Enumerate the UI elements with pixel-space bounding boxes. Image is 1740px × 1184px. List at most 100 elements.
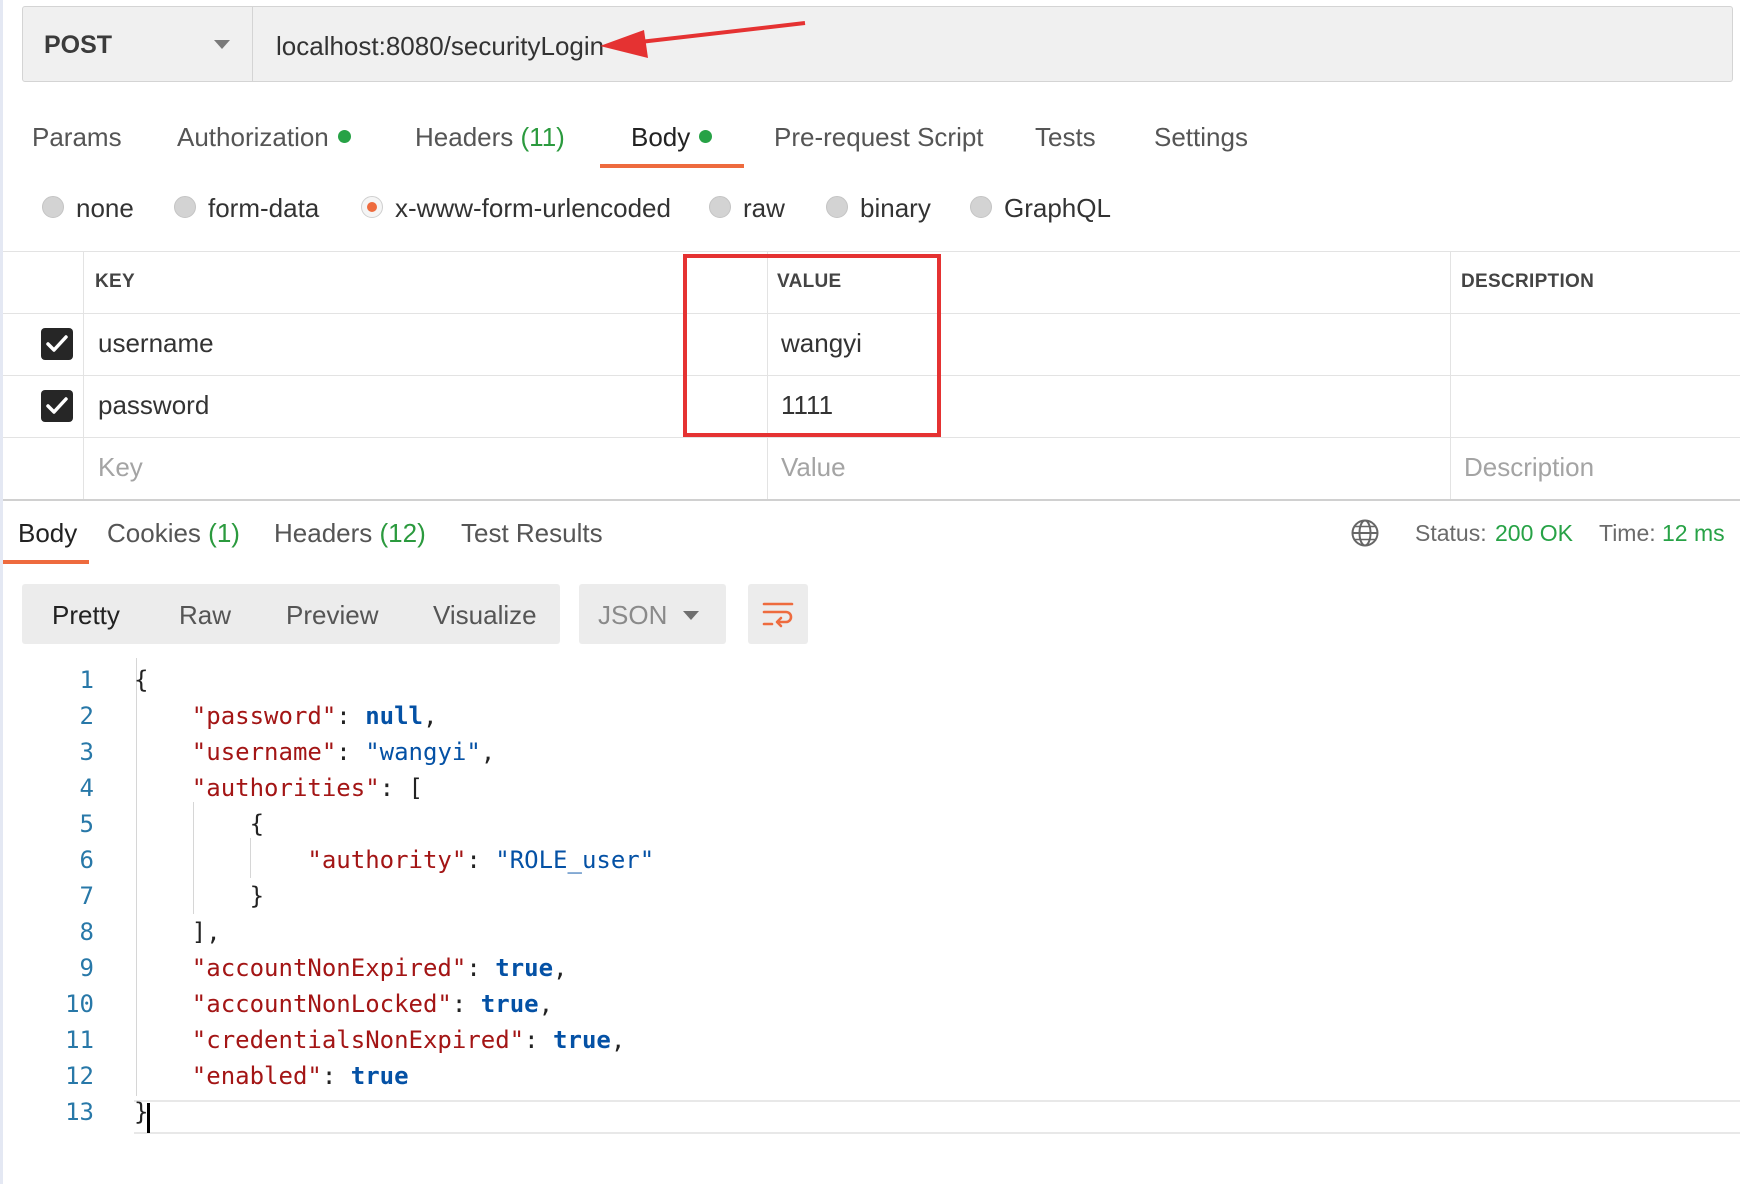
new-value-input[interactable]: Value — [781, 452, 846, 483]
table-divider — [3, 437, 1740, 438]
format-select-label: JSON — [598, 600, 668, 630]
json-value: "ROLE_user" — [495, 846, 655, 874]
tab-tests[interactable]: Tests — [1035, 122, 1096, 153]
line-number: 3 — [79, 738, 94, 766]
radio-raw-label: raw — [743, 193, 785, 223]
response-tab-headers-count: (12) — [379, 518, 426, 548]
radio-icon — [709, 196, 731, 218]
json-punct: { — [249, 810, 265, 838]
response-tab-body[interactable]: Body — [18, 518, 77, 549]
code-line: "accountNonExpired": true, — [191, 954, 568, 982]
code-line: ], — [134, 918, 221, 946]
globe-icon[interactable] — [1350, 518, 1380, 548]
json-punct: { — [134, 666, 149, 694]
checkbox-checked-icon — [46, 335, 68, 352]
tab-tests-label: Tests — [1035, 122, 1096, 152]
caret-down-icon — [214, 40, 230, 49]
json-value: true — [495, 954, 554, 982]
json-key: "password" — [191, 702, 337, 730]
json-punct: } — [249, 882, 265, 910]
url-input[interactable]: localhost:8080/securityLogin — [276, 31, 604, 62]
wrap-lines-button[interactable] — [748, 584, 808, 644]
tab-headers-count: (11) — [520, 122, 565, 152]
radio-icon — [970, 196, 992, 218]
view-preview[interactable]: Preview — [286, 600, 378, 631]
line-number: 1 — [79, 666, 94, 694]
response-tab-headers[interactable]: Headers (12) — [274, 518, 426, 549]
json-punct: ], — [191, 918, 221, 946]
response-tab-cookies[interactable]: Cookies (1) — [107, 518, 240, 549]
response-tab-cookies-label: Cookies — [107, 518, 201, 548]
code-line: "password": null, — [191, 702, 438, 730]
wrap-lines-icon — [762, 602, 794, 628]
table-divider — [3, 499, 1740, 501]
json-key: "credentialsNonExpired" — [191, 1026, 525, 1054]
request-url-bar: POST localhost:8080/securityLogin — [22, 6, 1733, 82]
tab-body-label: Body — [631, 122, 691, 152]
status-label: Status: — [1415, 520, 1487, 546]
code-line: "authority": "ROLE_user" — [307, 846, 655, 874]
code-line: "username": "wangyi", — [191, 738, 496, 766]
status-value[interactable]: 200 OK — [1495, 520, 1573, 547]
code-line: "accountNonLocked": true, — [191, 990, 554, 1018]
caret-down-icon — [683, 611, 699, 620]
tab-authorization-label: Authorization — [177, 122, 329, 152]
code-line: { — [134, 666, 148, 694]
line-number: 6 — [79, 846, 94, 874]
column-header-description: DESCRIPTION — [1461, 271, 1595, 292]
code-line: } — [134, 882, 264, 910]
tab-params-label: Params — [32, 122, 122, 152]
dot-icon — [699, 130, 713, 143]
json-value: null — [365, 702, 423, 730]
radio-icon — [174, 196, 196, 218]
tab-body[interactable]: Body — [631, 122, 713, 153]
time-value[interactable]: 12 ms — [1662, 520, 1725, 547]
json-key: "authority" — [307, 846, 467, 874]
time-label: Time: — [1599, 520, 1656, 546]
active-line-highlight — [134, 1100, 1740, 1134]
json-value: true — [350, 1062, 409, 1090]
tab-prerequest-label: Pre-request Script — [774, 122, 984, 152]
row-checkbox[interactable] — [41, 328, 73, 360]
code-line: "authorities": [ — [191, 774, 423, 802]
code-line: { — [134, 810, 264, 838]
new-key-input[interactable]: Key — [98, 452, 143, 483]
param-key-cell[interactable]: password — [98, 390, 209, 421]
json-key: "enabled" — [191, 1062, 322, 1090]
format-select[interactable]: JSON — [579, 584, 726, 644]
line-number: 12 — [65, 1062, 94, 1090]
radio-form-data-label: form-data — [208, 193, 320, 223]
radio-icon — [42, 196, 64, 218]
code-line: "enabled": true — [191, 1062, 409, 1090]
method-select[interactable]: POST — [23, 7, 253, 81]
view-pretty[interactable]: Pretty — [52, 600, 120, 631]
tab-headers[interactable]: Headers (11) — [415, 122, 565, 153]
line-number: 7 — [79, 882, 94, 910]
tab-prerequest-script[interactable]: Pre-request Script — [774, 122, 984, 153]
line-number: 10 — [65, 990, 94, 1018]
json-key: "accountNonLocked" — [191, 990, 452, 1018]
view-raw[interactable]: Raw — [179, 600, 231, 631]
tab-params[interactable]: Params — [32, 122, 122, 153]
radio-urlencoded-label: x-www-form-urlencoded — [395, 193, 671, 223]
tab-authorization[interactable]: Authorization — [177, 122, 351, 153]
line-number: 2 — [79, 702, 94, 730]
tab-settings-label: Settings — [1154, 122, 1248, 152]
checkbox-checked-icon — [46, 397, 68, 414]
new-description-input[interactable]: Description — [1464, 452, 1594, 483]
code-line: "credentialsNonExpired": true, — [191, 1026, 626, 1054]
response-tab-test-results[interactable]: Test Results — [461, 518, 603, 549]
param-key-cell[interactable]: username — [98, 328, 214, 359]
response-view-switcher: Pretty Raw Preview Visualize — [22, 584, 560, 644]
json-key: "authorities" — [191, 774, 380, 802]
active-tab-indicator — [600, 164, 744, 168]
response-tab-cookies-count: (1) — [208, 518, 240, 548]
tab-settings[interactable]: Settings — [1154, 122, 1248, 153]
radio-selected-icon — [361, 196, 383, 218]
tab-headers-label: Headers — [415, 122, 514, 152]
view-visualize[interactable]: Visualize — [433, 600, 537, 631]
json-key: "accountNonExpired" — [191, 954, 467, 982]
radio-icon — [826, 196, 848, 218]
row-checkbox[interactable] — [41, 390, 73, 422]
table-divider — [1450, 251, 1451, 499]
